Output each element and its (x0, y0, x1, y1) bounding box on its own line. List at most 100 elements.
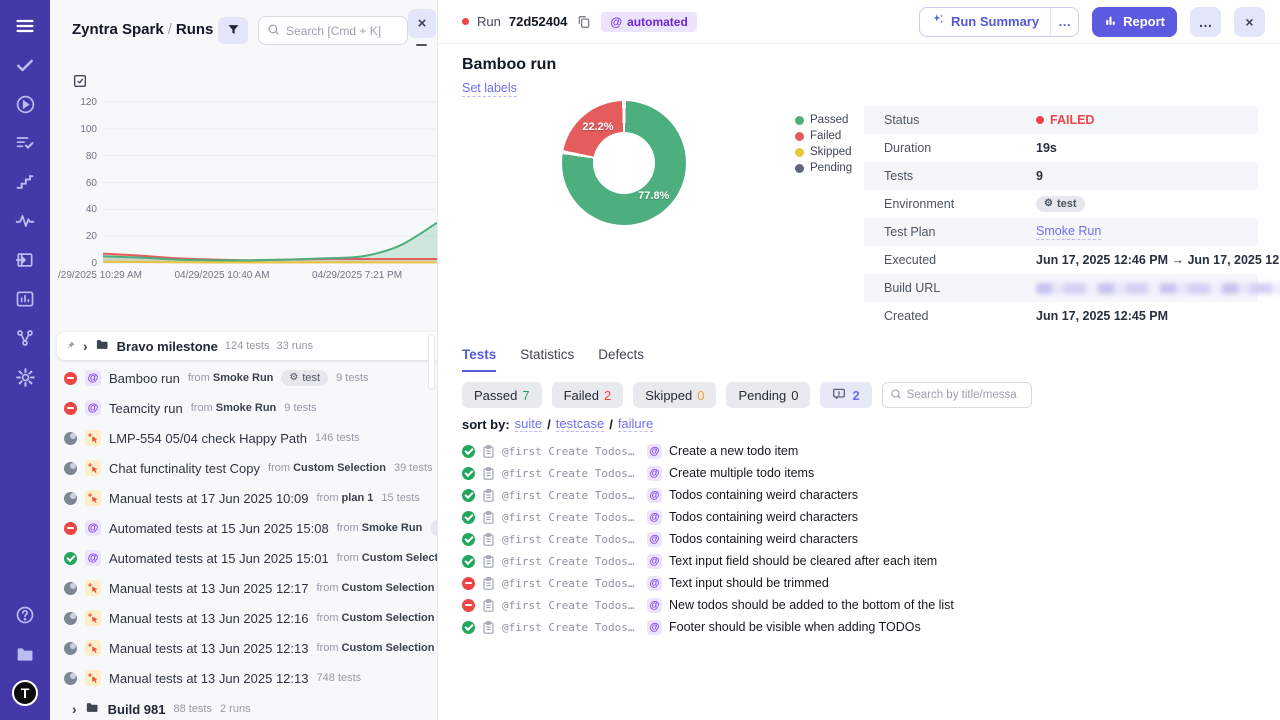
tab-statistics[interactable]: Statistics (520, 347, 574, 372)
automated-badge[interactable]: @automated (601, 12, 696, 32)
test-status-icon (462, 511, 475, 524)
build-folder-row[interactable]: › Build 981 88 tests 2 runs (72, 698, 251, 720)
copy-icon[interactable] (575, 13, 593, 31)
run-list-item[interactable]: @ Automated tests at 15 Jun 2025 15:01 f… (50, 543, 437, 573)
run-list-item[interactable]: @ Manual tests at 17 Jun 2025 10:09 from… (50, 483, 437, 513)
failed-dot (1036, 116, 1044, 124)
help-icon[interactable] (12, 602, 38, 628)
suite-path: @first Create Todos… (502, 445, 640, 458)
test-list-item[interactable]: @first Create Todos… @ Todos containing … (462, 528, 1270, 550)
comment-icon (832, 387, 846, 404)
run-list-item[interactable]: @ Manual tests at 13 Jun 2025 12:13 748 … (50, 663, 437, 693)
run-label: Run (477, 14, 501, 29)
sort-by-suite-link[interactable]: suite (515, 416, 542, 432)
chevron-right-icon[interactable]: › (83, 339, 88, 353)
more-options-button[interactable]: … (1190, 7, 1221, 37)
projects-folder-icon[interactable] (12, 641, 38, 667)
test-list-item[interactable]: @first Create Todos… @ Todos containing … (462, 506, 1270, 528)
page-title: Runs (176, 21, 214, 38)
detail-row-build-url: Build URL (864, 274, 1258, 302)
run-summary-button[interactable]: Run Summary (920, 8, 1050, 36)
project-name[interactable]: Zyntra Spark (72, 21, 164, 38)
app-logo[interactable]: T (12, 680, 38, 706)
test-plans-icon[interactable] (12, 130, 38, 156)
suite-path: @first Create Todos… (502, 555, 640, 568)
test-list-item[interactable]: @first Create Todos… @ Create a new todo… (462, 440, 1270, 462)
run-summary-split-button: Run Summary … (919, 7, 1079, 37)
import-icon[interactable] (12, 247, 38, 273)
filter-button[interactable] (218, 17, 248, 44)
run-list-item[interactable]: @ Automated tests at 15 Jun 2025 15:08 f… (50, 513, 437, 543)
run-list-item[interactable]: @ LMP-554 05/04 check Happy Path 146 tes… (50, 423, 437, 453)
tab-tests[interactable]: Tests (462, 347, 496, 372)
settings-gear-icon[interactable] (12, 364, 38, 390)
y-tick: 120 (50, 97, 97, 108)
chevron-right-icon[interactable]: › (72, 702, 77, 716)
runs-search-input[interactable] (286, 24, 399, 38)
status-filter-pill[interactable]: Failed 2 (552, 382, 624, 408)
hamburger-menu-icon[interactable] (12, 13, 38, 39)
test-title: Text input should be trimmed (669, 576, 829, 590)
detail-row-environment: Environment ⚙test (864, 190, 1258, 218)
test-plan-link[interactable]: Smoke Run (1036, 224, 1101, 240)
test-title: Todos containing weird characters (669, 488, 858, 502)
tests-search-input[interactable] (907, 389, 1017, 401)
report-button[interactable]: Report (1092, 7, 1177, 37)
run-detail-tabs: Tests Statistics Defects (462, 347, 644, 372)
suite-path: @first Create Todos… (502, 621, 640, 634)
run-list-item[interactable]: @ Teamcity run from Smoke Run 9 tests (50, 393, 437, 423)
clipboard-icon (482, 599, 495, 612)
run-list-item[interactable]: @ Bamboo run from Smoke Run ⚙test 9 test… (50, 363, 437, 393)
folder-tests-count: 124 tests (225, 340, 270, 352)
status-filter-pill[interactable]: Skipped 0 (633, 382, 716, 408)
test-list-item[interactable]: @first Create Todos… @ Text input should… (462, 572, 1270, 594)
gear-icon: ⚙ (289, 373, 298, 383)
run-list-item[interactable]: @ Chat functinality test Copy from Custo… (50, 453, 437, 483)
sort-by-testcase-link[interactable]: testcase (556, 416, 604, 432)
reports-chart-icon[interactable] (12, 286, 38, 312)
tests-count: 9 tests (284, 402, 316, 414)
suite-path: @first Create Todos… (502, 599, 640, 612)
test-list-item[interactable]: @first Create Todos… @ Footer should be … (462, 616, 1270, 638)
close-panel-button[interactable]: × (408, 9, 436, 38)
run-status-icon (64, 432, 77, 445)
runs-search-box (258, 16, 408, 45)
clipboard-icon (482, 445, 495, 458)
status-filter-pill[interactable]: Pending 0 (726, 382, 810, 408)
select-all-icon[interactable] (72, 73, 88, 92)
test-list-item[interactable]: @first Create Todos… @ New todos should … (462, 594, 1270, 616)
test-list-item[interactable]: @first Create Todos… @ Create multiple t… (462, 462, 1270, 484)
run-list-item[interactable]: @ Manual tests at 13 Jun 2025 12:13 from… (50, 633, 437, 663)
close-run-button[interactable]: × (1234, 7, 1265, 37)
activity-pulse-icon[interactable] (12, 208, 38, 234)
run-summary-more-button[interactable]: … (1050, 8, 1078, 36)
integrations-branch-icon[interactable] (12, 325, 38, 351)
milestone-folder-row[interactable]: › Bravo milestone 124 tests 33 runs (57, 332, 437, 360)
test-list: @first Create Todos… @ Create a new todo… (462, 440, 1270, 638)
sort-by-failure-link[interactable]: failure (618, 416, 653, 432)
sort-by-row: sort by: suite / testcase / failure (462, 416, 653, 432)
detail-row-executed: Executed Jun 17, 2025 12:46 PM → Jun 17,… (864, 246, 1258, 274)
runs-play-icon[interactable] (12, 91, 38, 117)
environment-badge[interactable]: ⚙test (1036, 196, 1085, 212)
from-plan-label: from Smoke Run (188, 372, 274, 384)
automated-icon: @ (647, 576, 662, 591)
tab-defects[interactable]: Defects (598, 347, 644, 372)
milestones-steps-icon[interactable] (12, 169, 38, 195)
run-type-icon: @ (85, 460, 101, 476)
run-list-item[interactable]: @ Manual tests at 13 Jun 2025 12:16 from… (50, 603, 437, 633)
tests-check-icon[interactable] (12, 52, 38, 78)
comments-filter-pill[interactable]: 2 (820, 382, 871, 408)
from-plan-label: from Custom Selection (316, 582, 434, 594)
search-icon (267, 23, 280, 39)
test-title: Footer should be visible when adding TOD… (669, 620, 921, 634)
test-list-item[interactable]: @first Create Todos… @ Text input field … (462, 550, 1270, 572)
environment-badge: ⚙test (281, 370, 328, 386)
build-url-masked-link[interactable] (1036, 283, 1280, 294)
status-filter-pill[interactable]: Passed 7 (462, 382, 542, 408)
test-list-item[interactable]: @first Create Todos… @ Todos containing … (462, 484, 1270, 506)
from-plan-label: from Custom Selection (268, 462, 386, 474)
run-details-table: Status FAILED Duration 19s Tests 9 Envir… (864, 106, 1258, 330)
run-list-item[interactable]: @ Manual tests at 13 Jun 2025 12:17 from… (50, 573, 437, 603)
set-labels-link[interactable]: Set labels (462, 81, 517, 97)
